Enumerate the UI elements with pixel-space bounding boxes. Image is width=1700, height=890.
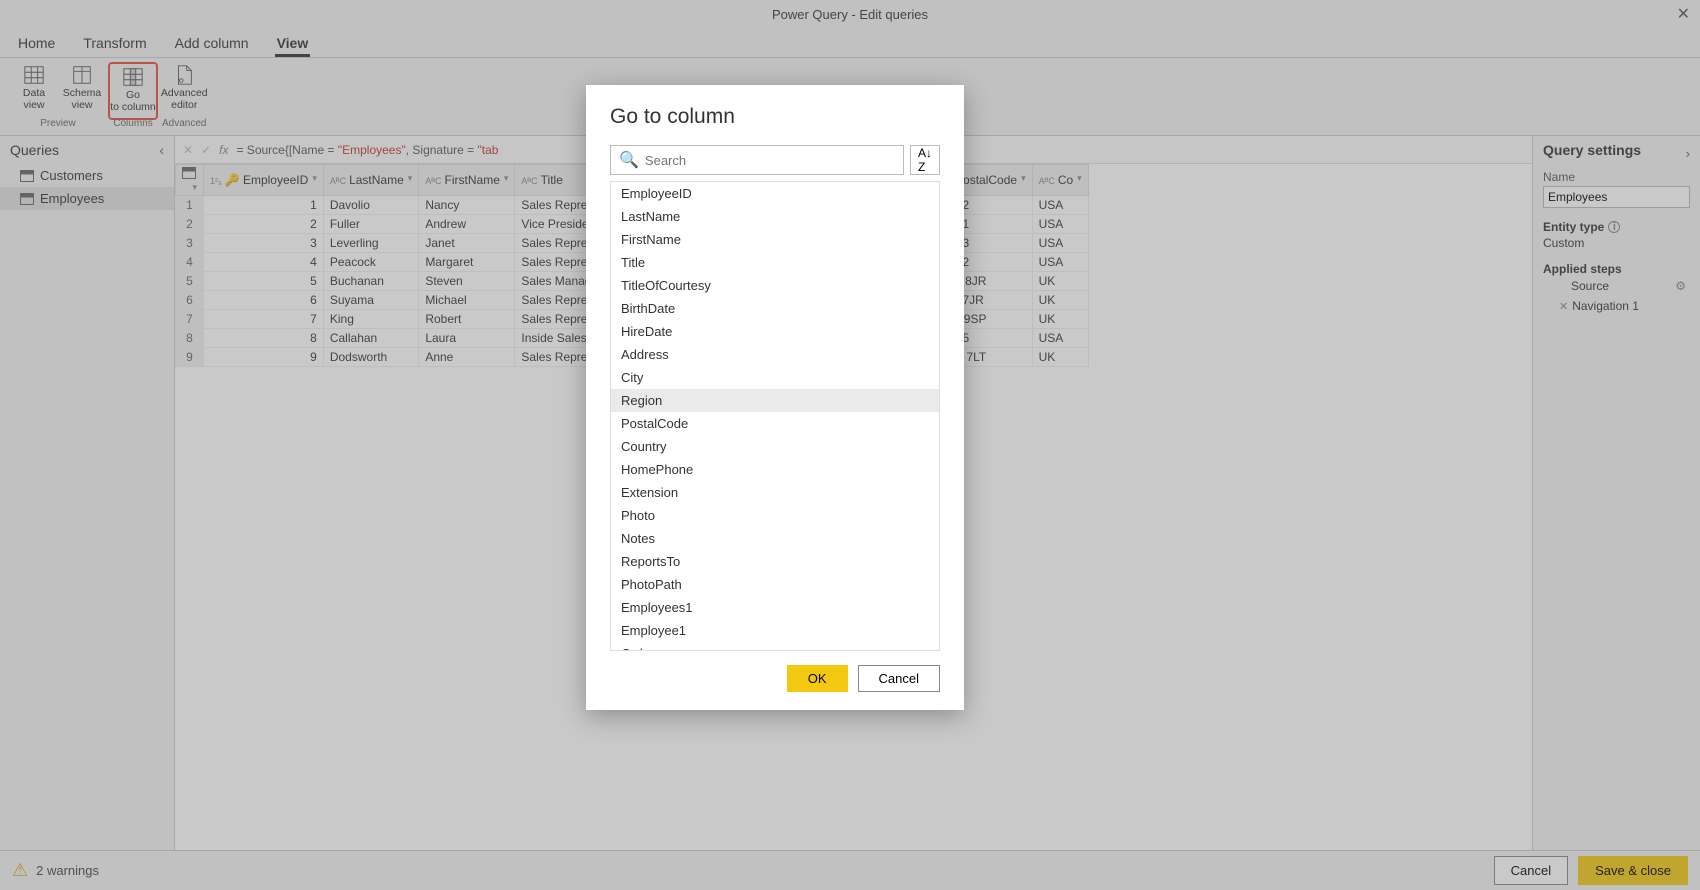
queries-panel: Queries ‹ CustomersEmployees <box>0 136 175 850</box>
column-header-lastname[interactable]: AᴮCLastName▾ <box>323 165 418 196</box>
column-option-homephone[interactable]: HomePhone <box>611 458 939 481</box>
column-option-title[interactable]: Title <box>611 251 939 274</box>
column-option-titleofcourtesy[interactable]: TitleOfCourtesy <box>611 274 939 297</box>
applied-step[interactable]: ✕Navigation 1 <box>1543 296 1690 316</box>
delete-step-icon[interactable]: ✕ <box>1559 300 1568 313</box>
query-name-input[interactable] <box>1543 186 1690 208</box>
warnings-text: 2 warnings <box>36 863 99 878</box>
footer: ⚠ 2 warnings Cancel Save & close <box>0 850 1700 890</box>
go-to-column-icon <box>122 66 144 88</box>
schema-view-icon <box>71 64 93 86</box>
settings-header: Query settings <box>1543 142 1641 158</box>
data-view-icon <box>23 64 45 86</box>
query-item-customers[interactable]: Customers <box>0 164 174 187</box>
ribbon-group-label: Advanced <box>162 118 206 129</box>
ribbon-advanced-editor[interactable]: Advancededitor <box>162 62 206 120</box>
footer-save-button[interactable]: Save & close <box>1578 856 1688 885</box>
collapse-icon[interactable]: ‹ <box>159 142 164 158</box>
advanced-editor-icon <box>173 64 195 86</box>
column-option-region[interactable]: Region <box>611 389 939 412</box>
ribbon-schema-view[interactable]: Schemaview <box>60 62 104 120</box>
fx-icon: fx <box>219 143 228 157</box>
column-option-postalcode[interactable]: PostalCode <box>611 412 939 435</box>
search-input[interactable] <box>645 153 895 168</box>
expand-icon[interactable]: › <box>1686 146 1690 161</box>
queries-header: Queries <box>10 142 59 158</box>
name-label: Name <box>1543 170 1690 184</box>
window-title: Power Query - Edit queries <box>772 7 928 22</box>
row-corner[interactable]: ▾ <box>176 165 204 196</box>
applied-steps-label: Applied steps <box>1543 262 1690 276</box>
ribbon-tabs: Home Transform Add column View <box>0 28 1700 58</box>
column-option-lastname[interactable]: LastName <box>611 205 939 228</box>
search-box[interactable]: 🔍 <box>610 145 904 175</box>
column-header-firstname[interactable]: AᴮCFirstName▾ <box>419 165 515 196</box>
column-option-employees1[interactable]: Employees1 <box>611 596 939 619</box>
tab-home[interactable]: Home <box>16 31 57 57</box>
ribbon-group-label: Columns <box>113 118 152 129</box>
tab-add-column[interactable]: Add column <box>173 31 251 57</box>
titlebar: Power Query - Edit queries ✕ <box>0 0 1700 28</box>
column-option-photo[interactable]: Photo <box>611 504 939 527</box>
tab-transform[interactable]: Transform <box>81 31 148 57</box>
column-option-orders[interactable]: Orders <box>611 642 939 651</box>
search-icon: 🔍 <box>619 150 639 170</box>
table-icon <box>20 170 34 182</box>
warning-icon: ⚠ <box>12 860 28 881</box>
footer-cancel-button[interactable]: Cancel <box>1494 856 1568 885</box>
sort-button[interactable]: A↓Z <box>910 145 940 175</box>
gear-icon[interactable]: ⚙ <box>1675 279 1686 293</box>
go-to-column-dialog: Go to column 🔍 A↓Z EmployeeIDLastNameFir… <box>586 85 964 710</box>
dialog-title: Go to column <box>610 105 940 129</box>
column-option-firstname[interactable]: FirstName <box>611 228 939 251</box>
ribbon-go-to-column[interactable]: Goto column <box>108 62 158 120</box>
column-option-notes[interactable]: Notes <box>611 527 939 550</box>
column-option-birthdate[interactable]: BirthDate <box>611 297 939 320</box>
column-header-employeeid[interactable]: 1²₃🔑 EmployeeID▾ <box>204 165 324 196</box>
dialog-cancel-button[interactable]: Cancel <box>858 665 940 692</box>
column-option-extension[interactable]: Extension <box>611 481 939 504</box>
close-icon[interactable]: ✕ <box>1677 4 1690 24</box>
column-option-country[interactable]: Country <box>611 435 939 458</box>
column-list: EmployeeIDLastNameFirstNameTitleTitleOfC… <box>610 181 940 651</box>
column-option-employee1[interactable]: Employee1 <box>611 619 939 642</box>
table-icon <box>20 193 34 205</box>
column-option-reportsto[interactable]: ReportsTo <box>611 550 939 573</box>
entity-type-label: Entity type <box>1543 220 1604 234</box>
column-option-hiredate[interactable]: HireDate <box>611 320 939 343</box>
info-icon: i <box>1608 221 1620 233</box>
query-item-employees[interactable]: Employees <box>0 187 174 210</box>
column-option-employeeid[interactable]: EmployeeID <box>611 182 939 205</box>
tab-view[interactable]: View <box>275 31 311 57</box>
query-settings-panel: Query settings › Name Entity type i Cust… <box>1532 136 1700 850</box>
ribbon-data-view[interactable]: Dataview <box>12 62 56 120</box>
ribbon-group-label: Preview <box>40 118 76 129</box>
column-option-address[interactable]: Address <box>611 343 939 366</box>
dialog-ok-button[interactable]: OK <box>787 665 848 692</box>
column-option-photopath[interactable]: PhotoPath <box>611 573 939 596</box>
entity-type-value: Custom <box>1543 236 1690 250</box>
column-header-co[interactable]: AᴮCCo▾ <box>1032 165 1088 196</box>
applied-step[interactable]: Source⚙ <box>1543 276 1690 296</box>
column-option-city[interactable]: City <box>611 366 939 389</box>
